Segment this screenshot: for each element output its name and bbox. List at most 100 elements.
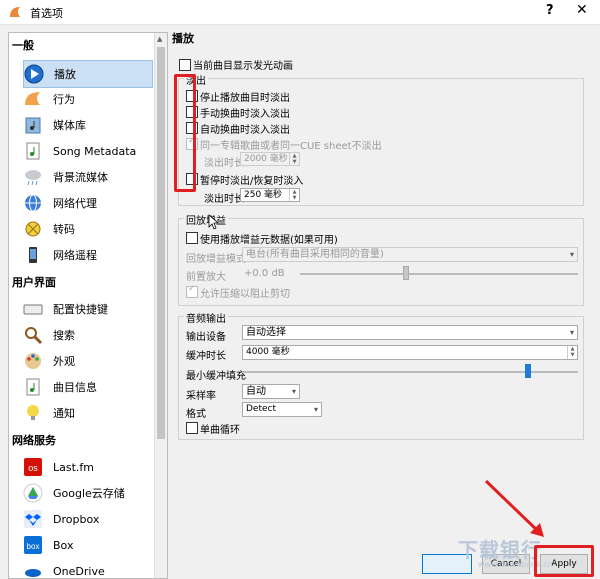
sidebar-item-label: Google云存储 xyxy=(53,487,125,500)
help-button[interactable]: ? xyxy=(546,3,554,18)
device-label: 输出设备 xyxy=(186,332,226,343)
replaygain-use-label: 使用播放增益元数据(如果可用) xyxy=(200,235,338,246)
sidebar-item-label: 媒体库 xyxy=(53,119,86,132)
sidebar-item-label: 通知 xyxy=(53,407,75,420)
sidebar-item-remote[interactable]: 网络遥程 xyxy=(23,242,153,268)
google-drive-icon xyxy=(23,483,43,503)
minfill-label: 最小缓冲填充 xyxy=(186,371,246,382)
sidebar-item-label: 网络代理 xyxy=(53,197,97,210)
page-title: 播放 xyxy=(172,32,194,45)
replaygain-mode-select[interactable]: 电台(所有曲目采用相同的音量) ▾ xyxy=(242,247,578,262)
transcode-icon xyxy=(25,221,41,237)
close-button[interactable]: ✕ xyxy=(576,2,588,18)
keyboard-icon xyxy=(23,304,43,315)
scrollbar-thumb[interactable] xyxy=(157,47,165,439)
samplerate-label: 采样率 xyxy=(186,391,216,402)
buffer-label: 缓冲时长 xyxy=(186,351,226,362)
behavior-icon xyxy=(25,92,40,105)
sidebar-item-lastfm[interactable]: os Last.fm xyxy=(23,454,153,480)
sidebar-item-notifications[interactable]: 通知 xyxy=(23,400,153,426)
samplerate-select[interactable]: 自动 ▾ xyxy=(242,384,300,399)
chevron-down-icon: ▾ xyxy=(313,405,318,414)
sidebar-item-label: Dropbox xyxy=(53,512,100,526)
annotation-highlight-checkboxes xyxy=(174,74,196,192)
sidebar-item-label: 背景流媒体 xyxy=(53,171,108,184)
glow-label: 当前曲目显示发光动画 xyxy=(193,61,293,72)
cloud-icon xyxy=(25,170,41,186)
chevron-down-icon: ▾ xyxy=(569,328,574,337)
sidebar-item-label: Box xyxy=(53,538,74,552)
sidebar-item-label: 行为 xyxy=(53,93,75,106)
chevron-down-icon: ▾ xyxy=(569,250,574,259)
sidebar-item-label: 曲目信息 xyxy=(53,381,97,394)
sidebar-item-track-info[interactable]: 曲目信息 xyxy=(23,374,153,400)
sidebar-item-shortcuts[interactable]: 配置快捷键 xyxy=(23,296,153,322)
buffer-spinbox[interactable]: 4000 毫秒 ▲ ▼ xyxy=(242,345,578,360)
section-general: 一般 xyxy=(12,39,34,52)
annotation-highlight-apply xyxy=(534,545,594,577)
preferences-sidebar: 一般 播放 行为 媒体库 Song Metadata 背景流媒体 网络代理 转码… xyxy=(8,32,168,579)
sidebar-scrollbar[interactable]: ▲ xyxy=(154,33,167,578)
preamp-value: +0.0 dB xyxy=(244,268,285,279)
spin-arrows-icon[interactable]: ▲ ▼ xyxy=(289,153,299,165)
sidebar-item-search[interactable]: 搜索 xyxy=(23,322,153,348)
palette-icon xyxy=(25,353,41,369)
clip-label: 允许压缩以阻止剪切 xyxy=(200,289,290,300)
lastfm-icon: os xyxy=(24,458,42,476)
sidebar-item-label: 网络遥程 xyxy=(53,249,97,262)
spin-arrows-icon[interactable]: ▲ ▼ xyxy=(567,346,577,359)
replaygain-use-checkbox[interactable] xyxy=(186,232,198,244)
sidebar-item-library[interactable]: 媒体库 xyxy=(23,112,153,138)
svg-text:box: box xyxy=(27,542,40,551)
preamp-slider-track[interactable] xyxy=(300,273,578,275)
replaygain-group-title: 回放增益 xyxy=(184,212,228,227)
sidebar-item-label: 外观 xyxy=(53,355,75,368)
fade-duration-label: 淡出时长 xyxy=(204,158,244,169)
device-select[interactable]: 自动选择 ▾ xyxy=(242,325,578,340)
sidebar-item-box[interactable]: box Box xyxy=(23,532,153,558)
clip-checkbox[interactable]: ✓ xyxy=(186,284,198,298)
sidebar-item-label: 配置快捷键 xyxy=(53,303,108,316)
sidebar-item-behavior[interactable]: 行为 xyxy=(23,86,153,112)
replaygain-mode-label: 回放增益模式 xyxy=(186,254,246,265)
mono-label: 单曲循环 xyxy=(200,425,240,436)
metadata-icon xyxy=(26,142,40,160)
fade-pause-duration-spinbox[interactable]: 250 毫秒 ▲ ▼ xyxy=(240,188,300,202)
glow-checkbox[interactable] xyxy=(179,59,191,71)
fade-album-label: 同一专辑歌曲或者同一CUE sheet不淡出 xyxy=(200,141,382,152)
section-network: 网络服务 xyxy=(12,434,56,447)
box-icon: box xyxy=(24,536,42,554)
sidebar-item-song-metadata[interactable]: Song Metadata xyxy=(23,138,153,164)
window-title: 首选项 xyxy=(30,7,63,20)
sidebar-item-label: 转码 xyxy=(53,223,75,236)
sidebar-item-google-drive[interactable]: Google云存储 xyxy=(23,480,153,506)
phone-icon xyxy=(29,247,37,263)
format-select[interactable]: Detect ▾ xyxy=(242,402,322,417)
globe-icon xyxy=(25,194,41,212)
mouse-cursor-icon xyxy=(208,214,218,230)
spin-arrows-icon[interactable]: ▲ ▼ xyxy=(289,189,299,201)
dropbox-icon xyxy=(24,510,42,528)
sidebar-item-appearance[interactable]: 外观 xyxy=(23,348,153,374)
sidebar-item-proxy[interactable]: 网络代理 xyxy=(23,190,153,216)
scroll-up-icon[interactable]: ▲ xyxy=(157,35,162,43)
fade-duration-spinbox[interactable]: 2000 毫秒 ▲ ▼ xyxy=(240,152,300,166)
preamp-label: 前置放大 xyxy=(186,272,226,283)
fade-manual-label: 手动换曲时淡入淡出 xyxy=(200,109,290,120)
preamp-slider-thumb[interactable] xyxy=(402,266,409,280)
sidebar-item-transcode[interactable]: 转码 xyxy=(23,216,153,242)
section-ui: 用户界面 xyxy=(12,276,56,289)
mono-checkbox[interactable] xyxy=(186,422,198,434)
library-icon xyxy=(25,117,41,134)
fade-stop-label: 停止播放曲目时淡出 xyxy=(200,93,290,104)
lightbulb-icon xyxy=(27,405,39,420)
sidebar-item-label: 搜索 xyxy=(53,329,75,342)
title-bar: 首选项 ? ✕ xyxy=(0,0,600,25)
sidebar-item-onedrive[interactable]: OneDrive xyxy=(23,558,153,578)
app-icon xyxy=(10,7,20,17)
sidebar-item-label: 播放 xyxy=(54,68,76,81)
minfill-slider-thumb[interactable] xyxy=(524,364,531,378)
sidebar-item-dropbox[interactable]: Dropbox xyxy=(23,506,153,532)
sidebar-item-playback[interactable]: 播放 xyxy=(23,60,153,88)
sidebar-item-streaming[interactable]: 背景流媒体 xyxy=(23,164,153,190)
